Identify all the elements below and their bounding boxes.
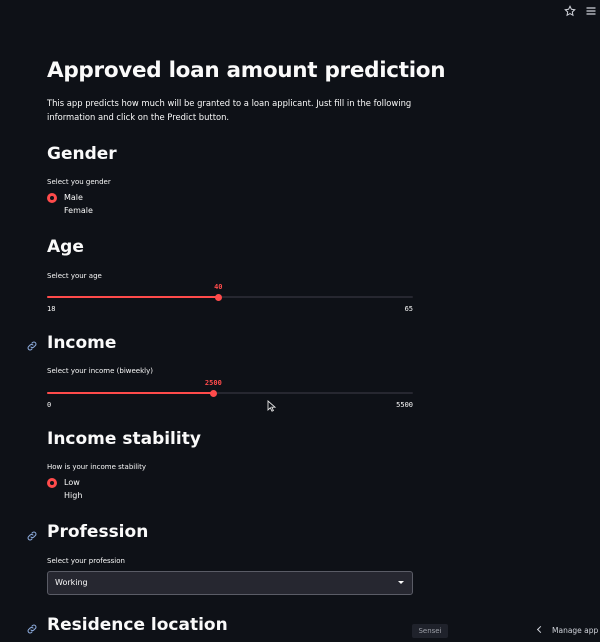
slider-fill (47, 296, 219, 298)
radio-label: Male (64, 193, 83, 202)
page-title: Approved loan amount prediction (47, 58, 446, 83)
radio-stability-low[interactable]: Low (47, 477, 167, 489)
radio-gender-female[interactable]: Female (47, 205, 167, 217)
income-slider[interactable]: 2500 0 5500 (47, 379, 413, 414)
income-label: Select your income (biweekly) (47, 367, 153, 375)
slider-fill (47, 392, 214, 394)
anchor-link-icon[interactable] (26, 527, 38, 541)
age-label: Select your age (47, 272, 102, 280)
slider-min-label: 18 (47, 305, 56, 313)
radio-unselected-indicator (47, 491, 57, 501)
slider-max-label: 65 (404, 305, 413, 313)
radio-stability-high[interactable]: High (47, 490, 167, 502)
radio-label: Female (64, 206, 93, 215)
gender-heading: Gender (47, 144, 117, 164)
radio-selected-indicator (47, 193, 57, 203)
income-heading: Income (47, 333, 117, 353)
profession-select[interactable]: Working (47, 571, 413, 595)
radio-label: Low (64, 478, 80, 487)
slider-max-label: 5500 (396, 401, 413, 409)
profession-heading: Profession (47, 522, 149, 542)
slider-thumb[interactable] (209, 389, 217, 397)
manage-app-button[interactable]: Manage app (536, 625, 599, 635)
slider-value: 2500 (204, 379, 222, 387)
stability-heading: Income stability (47, 429, 201, 449)
chevron-down-icon (398, 581, 404, 584)
anchor-link-icon[interactable] (26, 337, 38, 351)
select-current-value: Working (55, 578, 88, 587)
intro-text: This app predicts how much will be grant… (47, 98, 412, 122)
radio-label: High (64, 491, 83, 500)
anchor-link-icon[interactable] (26, 620, 38, 634)
chevron-left-icon (536, 625, 545, 634)
age-heading: Age (47, 237, 84, 257)
profession-label: Select your profession (47, 557, 125, 565)
star-icon[interactable] (563, 5, 577, 19)
sensei-badge: Sensei (412, 624, 448, 638)
stability-label: How is your income stability (47, 463, 146, 471)
hamburger-menu-icon[interactable] (584, 5, 598, 19)
manage-app-label: Manage app (552, 626, 599, 635)
residence-heading: Residence location (47, 615, 228, 635)
slider-value: 40 (214, 283, 223, 291)
age-slider[interactable]: 40 18 65 (47, 283, 413, 318)
gender-label: Select you gender (47, 178, 111, 186)
radio-gender-male[interactable]: Male (47, 192, 167, 204)
slider-min-label: 0 (47, 401, 52, 409)
slider-thumb[interactable] (214, 293, 222, 301)
radio-unselected-indicator (47, 206, 57, 216)
radio-selected-indicator (47, 478, 57, 488)
top-toolbar (0, 0, 600, 26)
mouse-cursor-icon (267, 397, 277, 412)
